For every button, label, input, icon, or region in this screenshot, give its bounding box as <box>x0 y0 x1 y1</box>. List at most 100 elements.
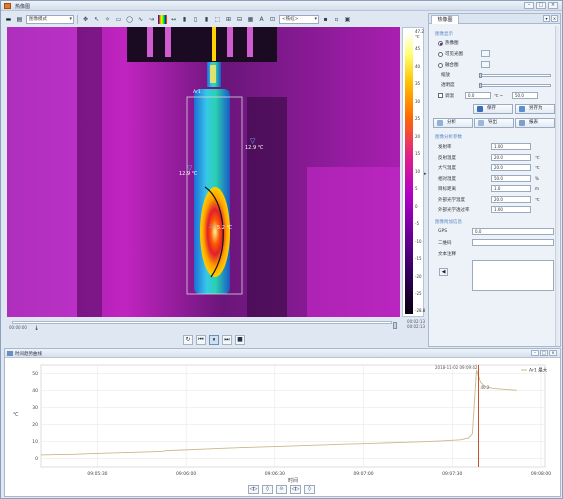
text-tool-icon[interactable]: A <box>257 15 266 24</box>
export-icon <box>478 120 484 126</box>
param-unit: ℃ <box>535 196 540 202</box>
param-input[interactable]: 1.0 <box>491 185 531 192</box>
trend-close-button[interactable]: × <box>549 350 557 356</box>
table-icon[interactable]: ▦ <box>246 15 255 24</box>
param-input[interactable]: 1.00 <box>491 206 531 213</box>
param-label: 大气温度 <box>438 166 456 171</box>
fusion-ratio-label: 缩放 <box>441 73 450 78</box>
info-input[interactable] <box>472 239 554 246</box>
next-button[interactable]: ⏭ <box>222 335 232 345</box>
replay-button[interactable]: ↻ <box>183 335 193 345</box>
trend-chart[interactable]: 0 10 20 30 40 50 09:05:30 09:06:00 09:06:30 09:07… <box>5 359 560 483</box>
split-icon[interactable]: ⊟ <box>235 15 244 24</box>
chart-zoom-y-button[interactable]: ◊ <box>262 485 273 494</box>
panel-close-button[interactable]: × <box>551 15 558 22</box>
polyline-tool-icon[interactable]: ∿ <box>136 15 145 24</box>
param-input[interactable]: 50.0 <box>491 174 531 182</box>
x-tick-label: 09:06:00 <box>176 471 196 477</box>
curve-tool-icon[interactable]: ↝ <box>147 15 156 24</box>
chart-zoom-x-button[interactable]: ◁▷ <box>290 485 301 494</box>
param-label: 外部光学温度 <box>438 197 465 203</box>
maximize-button[interactable]: □ <box>536 2 546 9</box>
thermal-image[interactable]: Ar1 ▽ 12.9 ℃ ▽ 12.9 ℃ △ 5.2 ℃ <box>7 27 400 317</box>
transparency-slider[interactable] <box>479 83 551 88</box>
timeline-thumb[interactable] <box>393 322 397 329</box>
settings-icon[interactable]: ▣ <box>343 15 352 24</box>
report-icon <box>519 120 525 126</box>
y-tick-label: 0 <box>35 456 38 462</box>
radio-fusion-dot[interactable] <box>438 62 443 68</box>
scale-tick-label: 0 <box>415 203 418 209</box>
panel-pin-button[interactable]: ▾ <box>543 15 550 22</box>
palette-icon[interactable] <box>158 14 167 24</box>
analyze-button[interactable]: 分析 <box>433 118 473 128</box>
previous-button[interactable]: ⏮ <box>196 335 206 345</box>
timeline-start: 00:00:00 <box>9 325 27 330</box>
fusion-ratio-slider[interactable] <box>479 73 551 78</box>
close-button[interactable]: × <box>548 2 558 9</box>
chart-fit-button[interactable]: ⟐ <box>276 485 287 494</box>
save-icon[interactable]: ▪ <box>321 15 330 24</box>
folder-icon[interactable]: ▬ <box>4 15 13 24</box>
mirror-icon[interactable]: ▮ <box>202 15 211 24</box>
stop-button[interactable]: ■ <box>235 335 245 345</box>
speaker-icon[interactable]: ◀ <box>439 268 448 276</box>
open-icon[interactable]: ▤ <box>15 15 24 24</box>
rotate-icon[interactable]: ▯ <box>191 15 200 24</box>
trend-minimize-button[interactable]: – <box>531 350 539 356</box>
pointer-icon[interactable]: ↖ <box>92 15 101 24</box>
radio-thermal[interactable]: 热像图 <box>438 40 459 46</box>
flip-h-icon[interactable]: ↔ <box>169 15 178 24</box>
radio-visible[interactable]: 可见光图 <box>438 51 463 57</box>
select-region-icon[interactable]: ⬚ <box>213 15 222 24</box>
export-icon[interactable]: ▫ <box>332 15 341 24</box>
save-as-button[interactable]: 另存为 <box>515 104 555 114</box>
x-axis-label: 时间 <box>288 477 298 483</box>
range-check-label: 调温 <box>445 94 454 99</box>
range-max-input[interactable]: 50.0 <box>512 92 538 99</box>
timeline-track[interactable] <box>12 321 397 329</box>
info-input[interactable]: 0,0 <box>472 228 554 235</box>
fusion-settings-button[interactable] <box>481 61 490 68</box>
report-button[interactable]: 报表 <box>515 118 555 128</box>
spot-marker-3[interactable]: △ <box>209 222 214 229</box>
param-input[interactable]: 20.0 <box>491 164 531 171</box>
chart-pan-button[interactable]: ◁▷ <box>248 485 259 494</box>
line-tool-icon[interactable]: ▭ <box>114 15 123 24</box>
pause-button[interactable]: ⏸ <box>209 335 219 345</box>
tab-thermal[interactable]: 热像图 <box>431 15 459 24</box>
radio-fusion[interactable]: 融合图 <box>438 62 459 68</box>
move-icon[interactable]: ✥ <box>81 15 90 24</box>
ellipse-tool-icon[interactable]: ◯ <box>125 15 134 24</box>
chart-reset-button[interactable]: ◊ <box>304 485 315 494</box>
minimize-button[interactable]: – <box>524 2 534 9</box>
transparency-thumb[interactable] <box>479 83 482 88</box>
export-button[interactable]: 导出 <box>474 118 514 128</box>
scale-tick-label: 25 <box>415 116 421 121</box>
report-button-label: 报表 <box>529 120 538 125</box>
fusion-ratio-thumb[interactable] <box>479 73 482 78</box>
param-input[interactable]: 20.0 <box>491 153 531 161</box>
panel-scrollbar[interactable] <box>555 26 559 346</box>
grid-icon[interactable]: ⊞ <box>224 15 233 24</box>
range-checkbox[interactable] <box>438 93 443 98</box>
visible-settings-button[interactable] <box>481 50 490 57</box>
radio-visible-dot[interactable] <box>438 51 443 57</box>
radio-thermal-dot[interactable] <box>438 40 443 46</box>
param-unit: ℃ <box>535 165 540 170</box>
annotation-textarea[interactable] <box>472 260 554 291</box>
palette-select[interactable]: <铁虹> <box>279 14 319 24</box>
param-input[interactable]: 20.0 <box>491 195 531 203</box>
range-min-input[interactable]: 0.0 <box>465 92 491 99</box>
trend-restore-button[interactable]: □ <box>540 350 548 356</box>
x-tick-label: 09:08:00 <box>531 471 551 477</box>
save-button[interactable]: 保存 <box>473 104 513 114</box>
timeline-marker-icon[interactable]: ↓ <box>34 325 39 332</box>
spot-marker-1[interactable]: ▽ <box>250 137 255 145</box>
param-input[interactable]: 1.00 <box>491 143 531 150</box>
zoom-icon[interactable]: ⊡ <box>268 15 277 24</box>
spot-icon[interactable]: ✧ <box>103 15 112 24</box>
mode-select[interactable]: 图像模式 <box>26 14 74 24</box>
collapse-arrow-icon[interactable]: ▸ <box>424 171 427 177</box>
flip-v-icon[interactable]: ▮ <box>180 15 189 24</box>
